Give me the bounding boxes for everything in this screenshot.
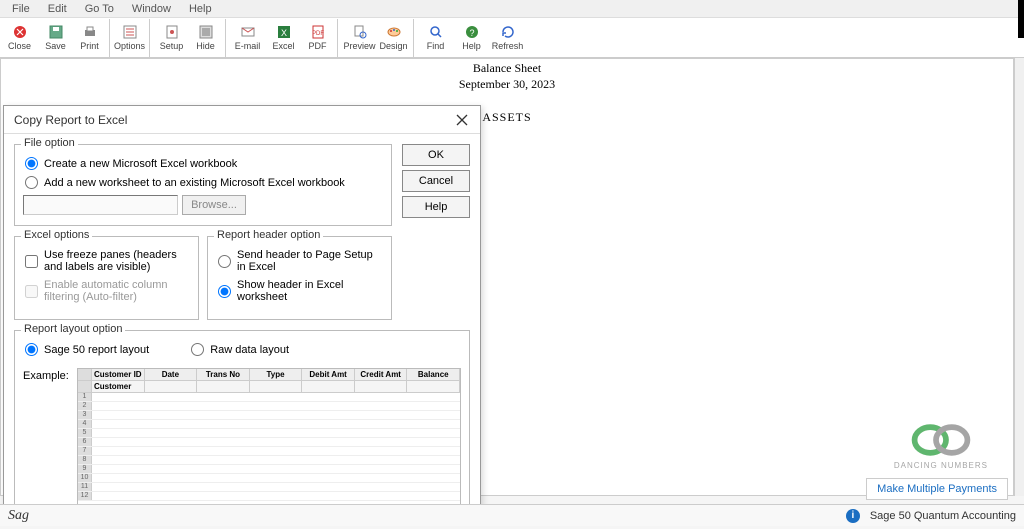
excel-options-group: Excel options Use freeze panes (headers …	[14, 236, 199, 320]
copy-to-excel-dialog: Copy Report to Excel OK Cancel Help File…	[3, 105, 481, 515]
radio-showheader-label: Show header in Excel worksheet	[237, 279, 383, 303]
example-label: Example:	[23, 368, 71, 508]
report-title: Balance Sheet	[1, 61, 1013, 76]
dialog-title-text: Copy Report to Excel	[14, 113, 127, 127]
report-layout-legend: Report layout option	[21, 323, 125, 335]
radio-new-workbook-label: Create a new Microsoft Excel workbook	[44, 158, 237, 170]
report-layout-group: Report layout option Sage 50 report layo…	[14, 330, 470, 519]
statusbar: Sag i Sage 50 Quantum Accounting	[0, 504, 1024, 526]
check-autofilter-input	[25, 285, 38, 298]
email-icon	[240, 24, 256, 40]
radio-existing-workbook-input[interactable]	[25, 176, 38, 189]
report-date: September 30, 2023	[1, 77, 1013, 92]
close-icon	[12, 24, 28, 40]
radio-existing-workbook-label: Add a new worksheet to an existing Micro…	[44, 177, 345, 189]
toolbar-close[interactable]: Close	[2, 19, 38, 57]
radio-sage-layout[interactable]: Sage 50 report layout	[25, 343, 149, 356]
ok-button[interactable]: OK	[402, 144, 470, 166]
svg-text:X: X	[280, 28, 286, 38]
toolbar-print[interactable]: Print	[74, 19, 110, 57]
menu-file[interactable]: File	[4, 2, 38, 16]
menubar: File Edit Go To Window Help	[0, 0, 1024, 18]
svg-text:?: ?	[469, 28, 474, 38]
window-edge	[1018, 0, 1024, 38]
radio-new-workbook-input[interactable]	[25, 157, 38, 170]
radio-raw-layout-label: Raw data layout	[210, 344, 289, 356]
toolbar-preview[interactable]: Preview	[342, 19, 378, 57]
toolbar-options[interactable]: Options	[114, 19, 150, 57]
radio-showheader[interactable]: Show header in Excel worksheet	[218, 279, 383, 303]
menu-goto[interactable]: Go To	[77, 2, 122, 16]
toolbar-email[interactable]: E-mail	[230, 19, 266, 57]
svg-text:PDF: PDF	[312, 31, 324, 37]
vertical-scrollbar[interactable]	[1014, 58, 1024, 496]
make-multiple-payments-link[interactable]: Make Multiple Payments	[866, 478, 1008, 500]
toolbar-pdf[interactable]: PDFPDF	[302, 19, 338, 57]
menu-edit[interactable]: Edit	[40, 2, 75, 16]
report-header-legend: Report header option	[214, 229, 323, 241]
setup-icon	[164, 24, 180, 40]
toolbar-help[interactable]: ?Help	[454, 19, 490, 57]
toolbar-hide[interactable]: Hide	[190, 19, 226, 57]
file-option-group: File option Create a new Microsoft Excel…	[14, 144, 392, 226]
excel-options-legend: Excel options	[21, 229, 92, 241]
radio-sage-layout-label: Sage 50 report layout	[44, 344, 149, 356]
browse-button: Browse...	[182, 195, 246, 215]
hide-icon	[198, 24, 214, 40]
pdf-icon: PDF	[310, 24, 326, 40]
toolbar-find[interactable]: Find	[418, 19, 454, 57]
example-grid-header: Customer ID Date Trans No Type Debit Amt…	[78, 369, 460, 381]
dialog-titlebar: Copy Report to Excel	[4, 106, 480, 134]
info-icon[interactable]: i	[846, 509, 860, 523]
check-freeze-panes[interactable]: Use freeze panes (headers and labels are…	[25, 249, 190, 273]
radio-pagesetup[interactable]: Send header to Page Setup in Excel	[218, 249, 383, 273]
radio-sage-layout-input[interactable]	[25, 343, 38, 356]
menu-help[interactable]: Help	[181, 2, 220, 16]
report-header-group: Report header option Send header to Page…	[207, 236, 392, 320]
help-button[interactable]: Help	[402, 196, 470, 218]
toolbar-design[interactable]: Design	[378, 19, 414, 57]
preview-icon	[352, 24, 368, 40]
print-icon	[82, 24, 98, 40]
check-autofilter-label: Enable automatic column filtering (Auto-…	[44, 279, 190, 303]
file-option-legend: File option	[21, 137, 78, 149]
design-icon	[386, 24, 402, 40]
radio-pagesetup-label: Send header to Page Setup in Excel	[237, 249, 383, 273]
check-freeze-panes-label: Use freeze panes (headers and labels are…	[44, 249, 190, 273]
radio-raw-layout[interactable]: Raw data layout	[191, 343, 289, 356]
radio-existing-workbook[interactable]: Add a new worksheet to an existing Micro…	[25, 176, 383, 189]
product-label: Sage 50 Quantum Accounting	[870, 510, 1016, 522]
excel-icon: X	[276, 24, 292, 40]
toolbar-setup[interactable]: Setup	[154, 19, 190, 57]
radio-pagesetup-input[interactable]	[218, 255, 231, 268]
refresh-icon	[500, 24, 516, 40]
help-icon: ?	[464, 24, 480, 40]
radio-raw-layout-input[interactable]	[191, 343, 204, 356]
menu-window[interactable]: Window	[124, 2, 179, 16]
save-icon	[48, 24, 64, 40]
radio-new-workbook[interactable]: Create a new Microsoft Excel workbook	[25, 157, 383, 170]
brand-label: Sag	[8, 508, 29, 524]
cancel-button[interactable]: Cancel	[402, 170, 470, 192]
dialog-close-button[interactable]	[452, 110, 472, 130]
check-freeze-panes-input[interactable]	[25, 255, 38, 268]
options-icon	[122, 24, 138, 40]
toolbar-refresh[interactable]: Refresh	[490, 19, 526, 57]
find-icon	[428, 24, 444, 40]
close-icon	[456, 114, 468, 126]
watermark-logo: DANCING NUMBERS	[894, 420, 988, 470]
workbook-path-field	[23, 195, 178, 215]
toolbar-save[interactable]: Save	[38, 19, 74, 57]
example-grid: Customer ID Date Trans No Type Debit Amt…	[77, 368, 461, 508]
toolbar: Close Save Print Options Setup Hide E-ma…	[0, 18, 1024, 58]
check-autofilter: Enable automatic column filtering (Auto-…	[25, 279, 190, 303]
radio-showheader-input[interactable]	[218, 285, 231, 298]
toolbar-excel[interactable]: XExcel	[266, 19, 302, 57]
